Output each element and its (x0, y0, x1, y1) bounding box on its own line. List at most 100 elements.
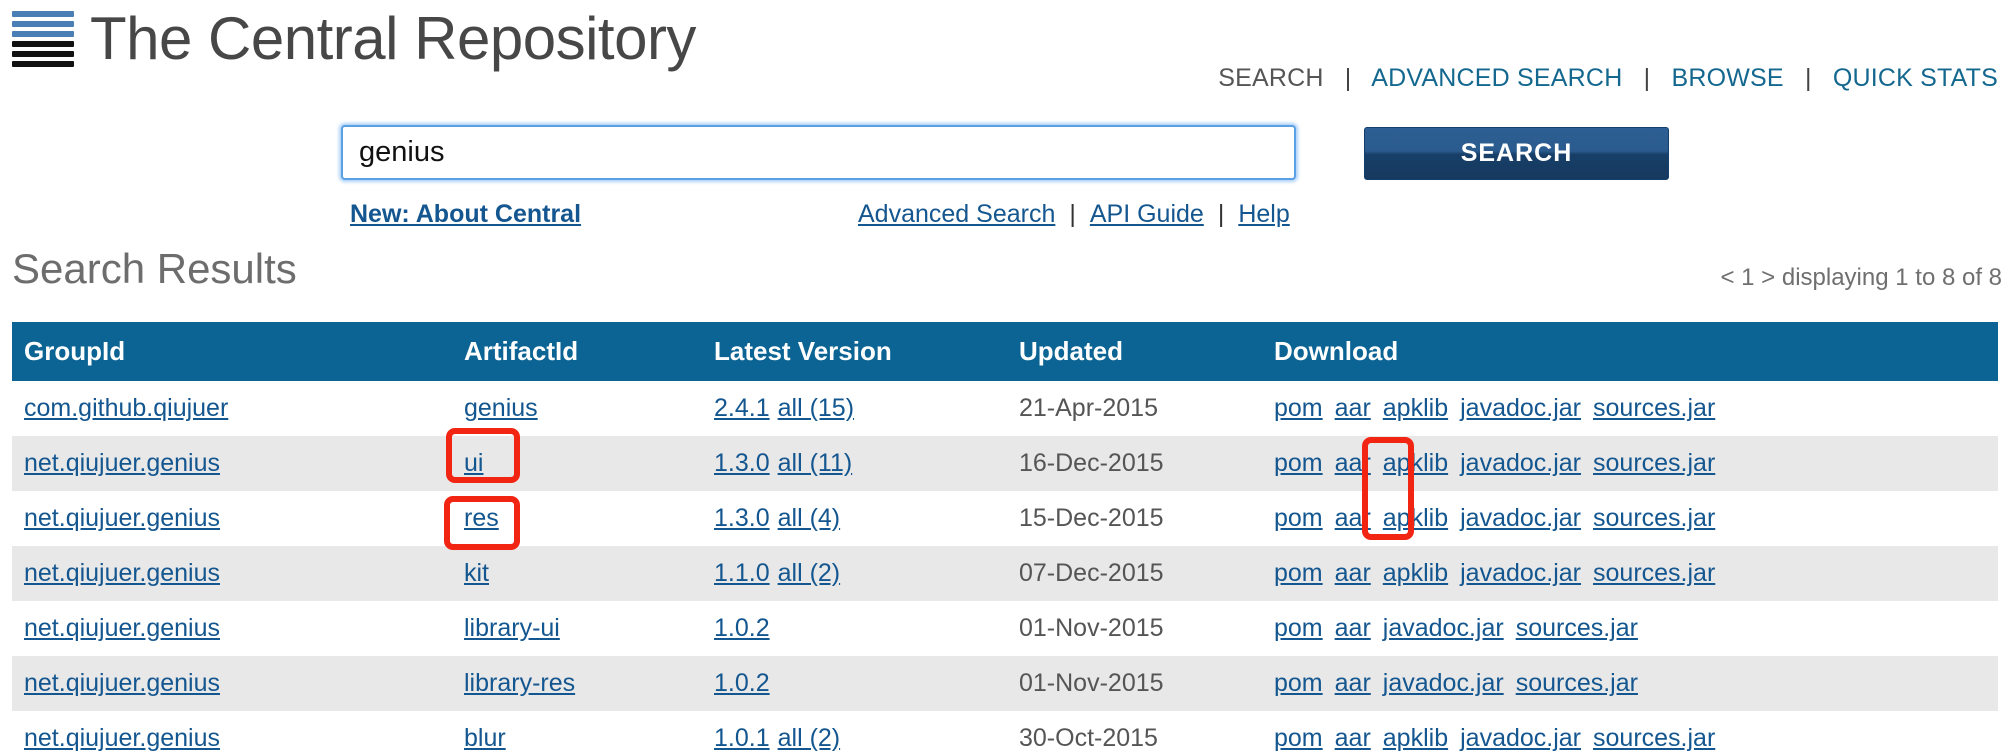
download-link-pom[interactable]: pom (1274, 669, 1323, 697)
download-link-sources-jar[interactable]: sources.jar (1593, 394, 1715, 422)
nav-link-search[interactable]: SEARCH (1218, 64, 1323, 92)
search-results-table: GroupId ArtifactId Latest Version Update… (12, 322, 1998, 752)
version-link[interactable]: 1.0.1 (714, 724, 770, 752)
column-header-download[interactable]: Download (1262, 322, 1998, 381)
cell-latest-version: 1.3.0 all (11) (702, 436, 1007, 491)
nav-link-quick-stats[interactable]: QUICK STATS (1833, 64, 1998, 92)
groupid-link[interactable]: net.qiujuer.genius (24, 614, 220, 642)
groupid-link[interactable]: net.qiujuer.genius (24, 669, 220, 697)
download-link-apklib[interactable]: apklib (1383, 449, 1448, 477)
top-navigation: SEARCH | ADVANCED SEARCH | BROWSE | QUIC… (1218, 64, 1998, 93)
download-link-pom[interactable]: pom (1274, 449, 1323, 477)
nav-link-browse[interactable]: BROWSE (1671, 64, 1783, 92)
download-link-sources-jar[interactable]: sources.jar (1593, 724, 1715, 752)
site-header: The Central Repository SEARCH | ADVANCED… (0, 0, 2010, 100)
download-link-sources-jar[interactable]: sources.jar (1593, 504, 1715, 532)
advanced-search-link[interactable]: Advanced Search (858, 200, 1055, 228)
sub-links-row: New: About Central Advanced Search|API G… (0, 200, 2010, 234)
download-link-javadoc-jar[interactable]: javadoc.jar (1383, 669, 1504, 697)
download-link-aar[interactable]: aar (1335, 449, 1371, 477)
download-link-javadoc-jar[interactable]: javadoc.jar (1460, 449, 1581, 477)
column-header-artifactid[interactable]: ArtifactId (452, 322, 702, 381)
all-versions-link[interactable]: all (15) (778, 394, 854, 422)
download-link-pom[interactable]: pom (1274, 504, 1323, 532)
all-versions-link[interactable]: all (4) (778, 504, 841, 532)
version-link[interactable]: 2.4.1 (714, 394, 770, 422)
cell-download: pomaar javadoc.jar sources.jar (1262, 656, 1998, 711)
cell-updated: 30-Oct-2015 (1007, 711, 1262, 752)
cell-download: pomaar javadoc.jar sources.jar (1262, 601, 1998, 656)
download-link-aar[interactable]: aar (1335, 724, 1371, 752)
download-link-apklib[interactable]: apklib (1383, 559, 1448, 587)
download-link-sources-jar[interactable]: sources.jar (1593, 449, 1715, 477)
download-link-aar[interactable]: aar (1335, 559, 1371, 587)
artifactid-link[interactable]: kit (464, 559, 489, 587)
download-link-javadoc-jar[interactable]: javadoc.jar (1460, 559, 1581, 587)
nav-link-advanced-search[interactable]: ADVANCED SEARCH (1371, 64, 1622, 92)
page-title: Search Results (12, 248, 297, 290)
cell-updated: 07-Dec-2015 (1007, 546, 1262, 601)
download-link-sources-jar[interactable]: sources.jar (1593, 559, 1715, 587)
pagination-status[interactable]: < 1 > displaying 1 to 8 of 8 (1720, 264, 2002, 292)
column-header-latest-version[interactable]: Latest Version (702, 322, 1007, 381)
download-link-pom[interactable]: pom (1274, 559, 1323, 587)
column-header-updated[interactable]: Updated (1007, 322, 1262, 381)
cell-latest-version: 1.1.0 all (2) (702, 546, 1007, 601)
version-link[interactable]: 1.1.0 (714, 559, 770, 587)
help-link[interactable]: Help (1238, 200, 1289, 228)
groupid-link[interactable]: net.qiujuer.genius (24, 559, 220, 587)
version-link[interactable]: 1.0.2 (714, 669, 770, 697)
groupid-link[interactable]: net.qiujuer.genius (24, 504, 220, 532)
all-versions-link[interactable]: all (2) (778, 559, 841, 587)
api-guide-link[interactable]: API Guide (1090, 200, 1204, 228)
version-link[interactable]: 1.3.0 (714, 449, 770, 477)
cell-download: pomaar apklib javadoc.jar sources.jar (1262, 436, 1998, 491)
download-link-javadoc-jar[interactable]: javadoc.jar (1460, 394, 1581, 422)
download-link-pom[interactable]: pom (1274, 394, 1323, 422)
artifactid-link[interactable]: genius (464, 394, 538, 422)
groupid-link[interactable]: net.qiujuer.genius (24, 449, 220, 477)
all-versions-link[interactable]: all (2) (778, 724, 841, 752)
download-link-apklib[interactable]: apklib (1383, 504, 1448, 532)
artifactid-link[interactable]: res (464, 504, 499, 532)
version-link[interactable]: 1.3.0 (714, 504, 770, 532)
cell-updated: 16-Dec-2015 (1007, 436, 1262, 491)
all-versions-link[interactable]: all (11) (778, 449, 853, 477)
groupid-link[interactable]: net.qiujuer.genius (24, 724, 220, 752)
cell-updated: 01-Nov-2015 (1007, 656, 1262, 711)
cell-groupid: net.qiujuer.genius (12, 436, 452, 491)
groupid-link[interactable]: com.github.qiujuer (24, 394, 228, 422)
download-link-sources-jar[interactable]: sources.jar (1516, 614, 1638, 642)
cell-groupid: com.github.qiujuer (12, 381, 452, 436)
download-link-pom[interactable]: pom (1274, 614, 1323, 642)
version-link[interactable]: 1.0.2 (714, 614, 770, 642)
download-link-aar[interactable]: aar (1335, 669, 1371, 697)
search-input-container[interactable] (341, 125, 1296, 180)
artifactid-link[interactable]: blur (464, 724, 506, 752)
about-central-link[interactable]: New: About Central (350, 200, 581, 229)
download-link-aar[interactable]: aar (1335, 394, 1371, 422)
search-input[interactable] (357, 135, 1280, 170)
download-link-aar[interactable]: aar (1335, 504, 1371, 532)
download-link-javadoc-jar[interactable]: javadoc.jar (1383, 614, 1504, 642)
download-link-apklib[interactable]: apklib (1383, 394, 1448, 422)
artifactid-link[interactable]: library-res (464, 669, 575, 697)
download-link-apklib[interactable]: apklib (1383, 724, 1448, 752)
download-link-javadoc-jar[interactable]: javadoc.jar (1460, 724, 1581, 752)
artifactid-link[interactable]: ui (464, 449, 483, 477)
cell-groupid: net.qiujuer.genius (12, 546, 452, 601)
cell-artifactid: genius (452, 381, 702, 436)
download-link-sources-jar[interactable]: sources.jar (1516, 669, 1638, 697)
artifactid-link[interactable]: library-ui (464, 614, 560, 642)
table-row: net.qiujuer.geniuslibrary-ui1.0.201-Nov-… (12, 601, 1998, 656)
download-link-pom[interactable]: pom (1274, 724, 1323, 752)
download-link-aar[interactable]: aar (1335, 614, 1371, 642)
search-button[interactable]: SEARCH (1364, 127, 1669, 180)
column-header-groupid[interactable]: GroupId (12, 322, 452, 381)
site-logo[interactable]: The Central Repository (12, 8, 696, 70)
cell-artifactid: kit (452, 546, 702, 601)
download-link-javadoc-jar[interactable]: javadoc.jar (1460, 504, 1581, 532)
cell-groupid: net.qiujuer.genius (12, 711, 452, 752)
search-row: SEARCH (0, 125, 2010, 187)
table-header: GroupId ArtifactId Latest Version Update… (12, 322, 1998, 381)
